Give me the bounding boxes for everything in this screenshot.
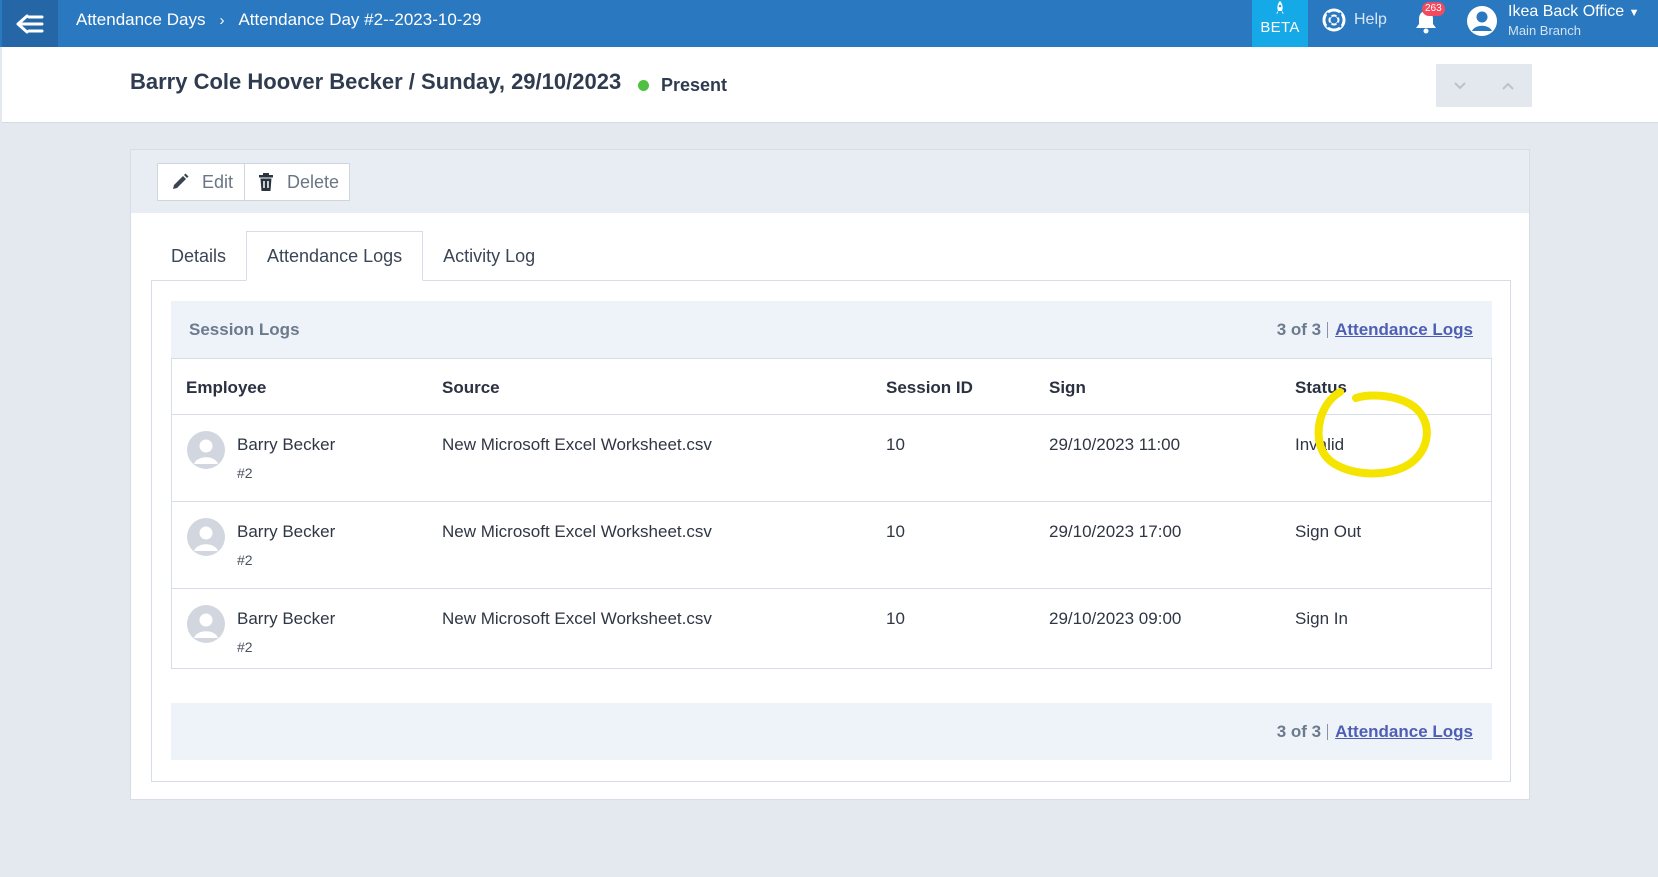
beta-label: BETA — [1260, 19, 1300, 36]
delete-label: Delete — [286, 171, 339, 192]
delete-button[interactable]: Delete — [244, 163, 350, 201]
tab-attendance-logs[interactable]: Attendance Logs — [246, 231, 424, 281]
session-logs-title: Session Logs — [189, 320, 300, 339]
employee-avatar — [187, 431, 225, 469]
previous-record-button[interactable] — [1484, 64, 1532, 107]
tab-details[interactable]: Details — [151, 231, 246, 281]
attendance-logs-link[interactable]: Attendance Logs — [1335, 722, 1473, 742]
person-icon — [194, 439, 218, 464]
employee-name[interactable]: Barry Becker — [237, 522, 335, 542]
employee-avatar — [187, 605, 225, 643]
top-navbar: Attendance Days › Attendance Day #2--202… — [0, 0, 1658, 47]
caret-down-icon: ▼ — [1628, 7, 1640, 19]
breadcrumb-separator: › — [219, 11, 225, 29]
person-icon — [194, 613, 218, 638]
user-avatar-icon — [1467, 6, 1497, 36]
column-header-employee: Employee — [186, 378, 267, 397]
employee-name[interactable]: Barry Becker — [237, 435, 335, 455]
status-indicator: Present — [638, 75, 727, 96]
rocket-icon — [1276, 1, 1284, 14]
breadcrumb-attendance-days[interactable]: Attendance Days — [76, 10, 205, 30]
chevron-down-icon — [1454, 81, 1466, 89]
session-logs-table: Employee Source Session ID Sign Status B… — [171, 358, 1492, 669]
tab-bar: Details Attendance Logs Activity Log — [151, 231, 555, 281]
employee-id: #2 — [237, 552, 253, 568]
attendance-logs-link[interactable]: Attendance Logs — [1335, 320, 1473, 340]
source-cell: New Microsoft Excel Worksheet.csv — [442, 609, 712, 628]
pager-count: 3 of 3 — [1276, 320, 1322, 339]
pager-top: 3 of 3 Attendance Logs — [1277, 320, 1473, 340]
status-cell: Sign Out — [1295, 522, 1362, 541]
column-header-sign: Sign — [1049, 378, 1086, 397]
column-header-session-id: Session ID — [886, 378, 973, 397]
user-menu[interactable]: Ikea Back Office ▼ Main Branch — [1466, 3, 1640, 38]
back-button[interactable] — [2, 0, 58, 47]
table-row[interactable]: Barry Becker #2 New Microsoft Excel Work… — [172, 415, 1491, 502]
status-dot-icon — [638, 80, 649, 91]
session-logs-footer: 3 of 3 Attendance Logs — [171, 703, 1492, 760]
page-header: Barry Cole Hoover Becker / Sunday, 29/10… — [2, 47, 1658, 123]
source-cell: New Microsoft Excel Worksheet.csv — [442, 435, 712, 454]
highlight-annotation — [1314, 388, 1431, 478]
edit-label: Edit — [202, 171, 234, 192]
arrow-left-icon — [16, 14, 44, 33]
table-row[interactable]: Barry Becker #2 New Microsoft Excel Work… — [172, 502, 1491, 589]
employee-id: #2 — [237, 465, 253, 481]
pencil-icon — [173, 173, 189, 189]
help-link[interactable]: Help — [1322, 8, 1387, 32]
session-id-cell: 10 — [886, 435, 905, 454]
page-title: Barry Cole Hoover Becker / Sunday, 29/10… — [130, 69, 622, 94]
record-navigation — [1436, 64, 1532, 107]
beta-button[interactable]: BETA — [1252, 0, 1308, 47]
employee-id: #2 — [237, 639, 253, 655]
column-header-source: Source — [442, 378, 500, 397]
session-id-cell: 10 — [886, 609, 905, 628]
edit-button[interactable]: Edit — [157, 163, 245, 201]
breadcrumb: Attendance Days › Attendance Day #2--202… — [76, 0, 481, 40]
attendance-logs-panel: Session Logs 3 of 3 Attendance Logs Empl… — [151, 280, 1511, 782]
table-header: Employee Source Session ID Sign Status — [172, 358, 1491, 415]
notification-badge: 263 — [1422, 2, 1445, 16]
user-name: Ikea Back Office ▼ — [1508, 3, 1640, 20]
session-id-cell: 10 — [886, 522, 905, 541]
sign-cell: 29/10/2023 11:00 — [1049, 435, 1181, 454]
breadcrumb-attendance-day[interactable]: Attendance Day #2--2023-10-29 — [238, 10, 481, 30]
chevron-up-icon — [1502, 82, 1514, 90]
next-record-button[interactable] — [1436, 64, 1484, 107]
employee-name[interactable]: Barry Becker — [237, 609, 335, 629]
action-toolbar: Edit Delete — [131, 150, 1529, 213]
branch-name: Main Branch — [1508, 23, 1581, 38]
source-cell: New Microsoft Excel Worksheet.csv — [442, 522, 712, 541]
employee-avatar — [187, 518, 225, 556]
lifebuoy-icon — [1322, 8, 1346, 32]
status-cell: Sign In — [1295, 609, 1348, 628]
pager-divider — [1327, 322, 1329, 338]
session-logs-header: Session Logs 3 of 3 Attendance Logs — [171, 301, 1492, 359]
pager-bottom: 3 of 3 Attendance Logs — [1277, 722, 1473, 742]
pager-count: 3 of 3 — [1276, 722, 1322, 741]
trash-icon — [258, 173, 273, 191]
person-icon — [194, 526, 218, 551]
tab-activity-log[interactable]: Activity Log — [423, 231, 555, 281]
help-label: Help — [1354, 11, 1387, 28]
sign-cell: 29/10/2023 17:00 — [1049, 522, 1182, 541]
table-row[interactable]: Barry Becker #2 New Microsoft Excel Work… — [172, 589, 1491, 676]
sign-cell: 29/10/2023 09:00 — [1049, 609, 1182, 628]
status-label: Present — [661, 75, 728, 95]
pager-divider — [1327, 724, 1329, 740]
